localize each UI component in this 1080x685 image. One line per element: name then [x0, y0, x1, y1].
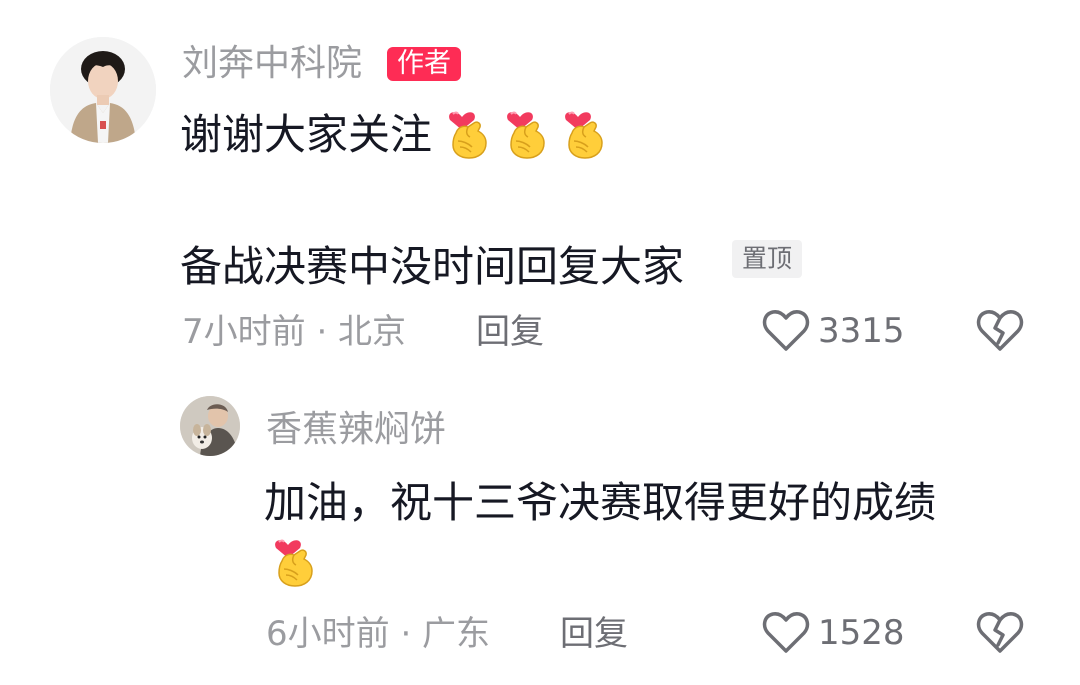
comment-text-line: 谢谢大家关注	[180, 100, 610, 162]
broken-heart-icon	[976, 310, 1024, 351]
comment-text: 加油，祝十三爷决赛取得更好的成绩	[264, 477, 937, 527]
heart-outline-icon	[762, 310, 810, 351]
dislike-button[interactable]	[976, 309, 1024, 357]
comment-item: 刘奔中科院 作者 谢谢大家关注 备战决赛中没时间回复大家 置顶 7小时前 · 北…	[0, 0, 1080, 370]
heart-outline-icon	[762, 612, 810, 653]
user-avatar[interactable]	[50, 37, 156, 143]
comment-text: 备战决赛中没时间回复大家	[180, 241, 685, 291]
reply-button[interactable]: 回复	[476, 312, 544, 352]
like-count: 3315	[818, 311, 905, 351]
author-badge: 作者	[387, 47, 461, 81]
broken-heart-icon	[976, 612, 1024, 653]
comment-username[interactable]: 香蕉辣焖饼	[266, 408, 446, 452]
finger-heart-emoji-icon	[270, 531, 320, 587]
reply-button[interactable]: 回复	[560, 614, 628, 654]
like-button[interactable]: 1528	[762, 609, 905, 657]
user-avatar[interactable]	[180, 396, 240, 456]
comment-text: 谢谢大家关注	[180, 109, 433, 159]
comment-text-line: 备战决赛中没时间回复大家	[180, 232, 684, 294]
finger-heart-emoji-icon	[444, 103, 494, 159]
person-avatar-icon	[50, 37, 156, 143]
comment-username[interactable]: 刘奔中科院	[182, 42, 362, 86]
pinned-badge: 置顶	[732, 240, 803, 278]
comment-time-location: 7小时前 · 北京	[182, 312, 407, 352]
finger-heart-emoji-icon	[560, 103, 610, 159]
like-button[interactable]: 3315	[762, 307, 905, 355]
comment-emoji-line	[264, 528, 320, 590]
finger-heart-emoji-icon	[502, 103, 552, 159]
comment-text-line: 加油，祝十三爷决赛取得更好的成绩	[264, 468, 936, 530]
comment-time-location: 6小时前 · 广东	[266, 614, 491, 654]
dislike-button[interactable]	[976, 611, 1024, 659]
person-with-dog-avatar-icon	[180, 396, 240, 456]
like-count: 1528	[818, 613, 905, 653]
reply-comment-item: 香蕉辣焖饼 加油，祝十三爷决赛取得更好的成绩 6小时前 · 广东 回复 1528	[0, 370, 1080, 685]
